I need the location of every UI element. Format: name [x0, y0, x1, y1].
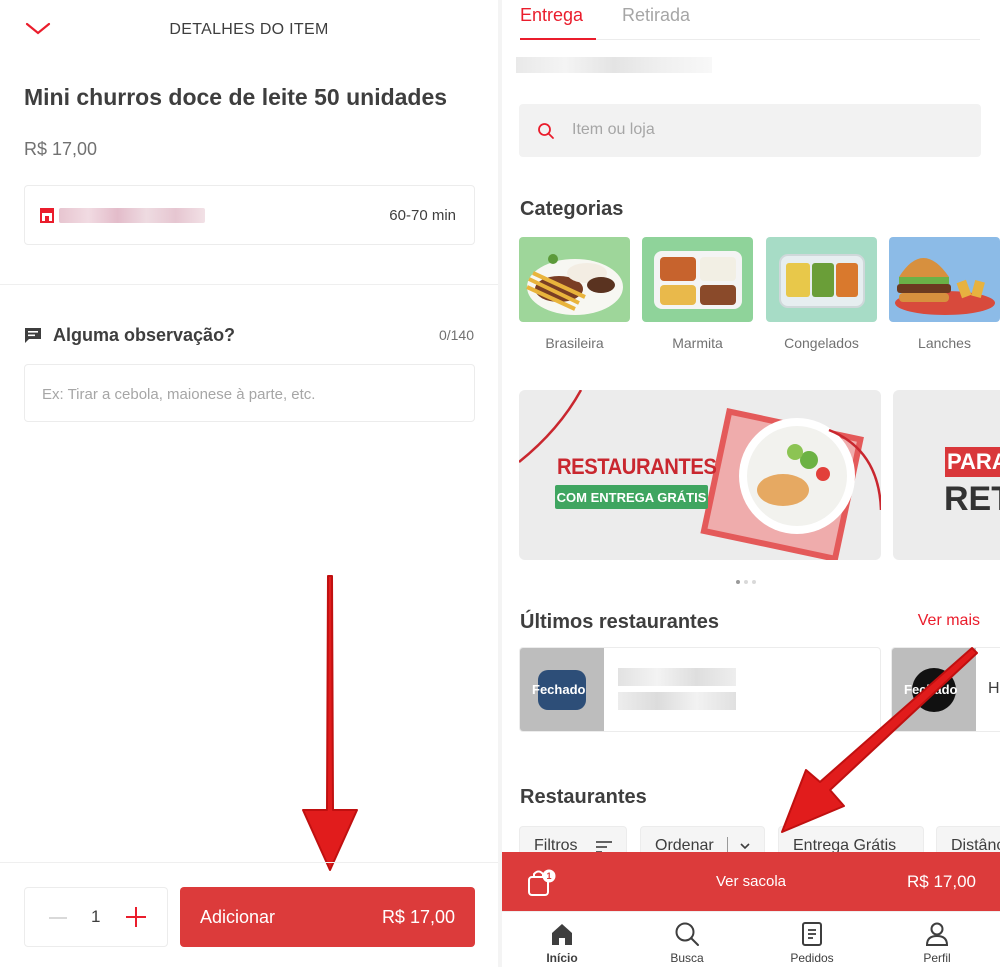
closed-label: Fechado [532, 682, 586, 697]
item-name: Mini churros doce de leite 50 unidades [24, 84, 448, 110]
orders-icon [802, 922, 822, 946]
nav-inicio[interactable]: Início [517, 912, 607, 965]
category-marmita[interactable]: Marmita [642, 237, 753, 351]
notes-label: Alguma observação? [53, 325, 236, 345]
add-to-bag-button[interactable]: Adicionar R$ 17,00 [180, 887, 475, 947]
banner-title: RESTAURANTES [557, 454, 717, 479]
search-icon [538, 123, 554, 139]
category-congelados[interactable]: Congelados [766, 237, 877, 351]
see-more-link[interactable]: Ver mais [918, 612, 980, 630]
category-image [642, 237, 753, 322]
comment-icon [25, 328, 41, 343]
search-placeholder: Item ou loja [572, 121, 655, 138]
store-name-redacted [59, 208, 205, 223]
notes-counter: 0/140 [438, 327, 474, 343]
tab-entrega[interactable]: Entrega [520, 5, 583, 26]
category-label: Lanches [918, 335, 971, 351]
category-label: Brasileira [545, 335, 604, 351]
restaurant-logo: Fechado [520, 648, 604, 731]
divider [596, 39, 980, 40]
add-button-price: R$ 17,00 [381, 907, 455, 927]
category-label: Congelados [784, 335, 859, 351]
carousel-dot[interactable] [744, 580, 748, 584]
add-button-label: Adicionar [200, 907, 276, 927]
carousel-dot[interactable] [752, 580, 756, 584]
category-lanches[interactable]: Lanches [889, 237, 1000, 351]
promo-banner[interactable]: PARA RETI [893, 390, 1000, 560]
quantity-stepper: 1 [24, 887, 168, 947]
nav-pedidos[interactable]: Pedidos [767, 912, 857, 965]
banner-subtitle: COM ENTREGA GRÁTIS [555, 485, 708, 509]
bottom-navigation: Início Busca Pedidos Perfil [502, 911, 1000, 967]
item-price: R$ 17,00 [24, 139, 98, 159]
bag-total: R$ 17,00 [907, 872, 976, 891]
item-details-panel: DETALHES DO ITEM Mini churros doce de le… [0, 0, 498, 967]
restaurants-title: Restaurantes [520, 786, 647, 808]
recent-restaurants-title: Últimos restaurantes [520, 611, 719, 633]
home-screen: Entrega Retirada Item ou loja Categorias… [502, 0, 1000, 967]
restaurant-name-redacted [618, 668, 736, 686]
carousel-dots [736, 571, 760, 589]
profile-icon [925, 922, 949, 946]
category-image [766, 237, 877, 322]
search-icon [675, 922, 699, 946]
store-icon [40, 208, 54, 223]
address-redacted[interactable] [516, 57, 712, 73]
restaurant-info-redacted [618, 692, 736, 710]
promo-banner[interactable]: RESTAURANTES COM ENTREGA GRÁTIS [519, 390, 881, 560]
category-image [889, 237, 1000, 322]
view-bag-button[interactable]: 1 Ver sacola R$ 17,00 [502, 852, 1000, 911]
carousel-dot[interactable] [736, 580, 740, 584]
store-info-card[interactable]: 60-70 min [24, 185, 475, 245]
banner-subtitle: RETI [944, 480, 1000, 518]
category-label: Marmita [672, 335, 723, 351]
divider [0, 862, 498, 863]
quantity-value: 1 [91, 907, 101, 926]
notes-input[interactable]: Ex: Tirar a cebola, maionese à parte, et… [24, 364, 475, 422]
category-image [519, 237, 630, 322]
active-tab-indicator [520, 38, 596, 40]
chevron-down-icon [740, 843, 750, 850]
delivery-time: 60-70 min [389, 207, 456, 224]
nav-perfil[interactable]: Perfil [892, 912, 982, 965]
home-icon [552, 924, 572, 945]
categories-title: Categorias [520, 198, 624, 220]
arrow-annotation [302, 575, 358, 871]
nav-busca[interactable]: Busca [642, 912, 732, 965]
divider [0, 284, 498, 285]
search-input[interactable]: Item ou loja [519, 104, 981, 157]
tab-retirada[interactable]: Retirada [622, 5, 690, 26]
banner-title: PARA [945, 447, 1000, 477]
decrease-button[interactable] [49, 917, 67, 919]
category-brasileira[interactable]: Brasileira [519, 237, 630, 351]
page-title: DETALHES DO ITEM [169, 21, 329, 38]
increase-button[interactable] [126, 907, 146, 927]
arrow-annotation [781, 647, 978, 833]
